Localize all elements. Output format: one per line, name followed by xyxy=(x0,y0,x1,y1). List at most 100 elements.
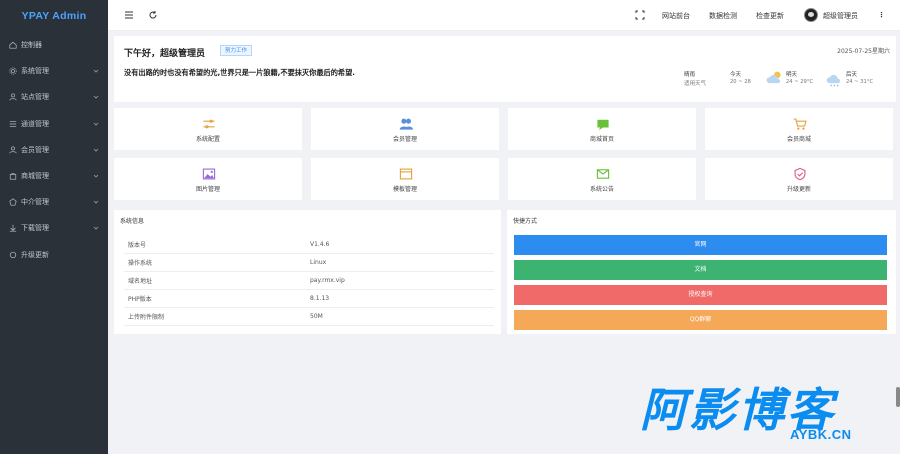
quick-link-button[interactable]: 文档 xyxy=(514,260,887,280)
tile-label: 会员管理 xyxy=(392,136,417,143)
tile-users[interactable]: 会员管理 xyxy=(311,108,499,150)
shield-icon xyxy=(793,166,807,181)
forecast-temp: 20 ~ 28 xyxy=(730,79,751,85)
gear-icon xyxy=(8,67,17,76)
badge-icon xyxy=(8,198,17,207)
forecast-day: 明天 24 ~ 29°C xyxy=(764,66,824,92)
row-key: 上传附件限制 xyxy=(128,314,165,321)
quick-link-button[interactable]: 授权查询 xyxy=(514,285,887,305)
current-date: 2025-07-25星期六 xyxy=(837,48,890,55)
menu-toggle-icon[interactable] xyxy=(124,10,134,20)
forecast-day-label: 明天 xyxy=(786,72,798,78)
brand-logo[interactable]: YPAY Admin xyxy=(0,0,108,32)
image-icon xyxy=(202,166,216,180)
sidebar-item-label: 控制器 xyxy=(21,41,42,50)
sidebar-item-1[interactable]: 系统管理 xyxy=(0,58,108,84)
chevron-down-icon xyxy=(93,200,99,204)
quote-text: 没有出路的时也没有希望的光,世界只是一片狼籍,不要抹灭你最后的希望. xyxy=(124,68,356,77)
weather-sub: 适用天气 xyxy=(684,81,707,87)
forecast-temp: 24 ~ 29°C xyxy=(786,79,814,85)
tile-shield[interactable]: 升级更新 xyxy=(705,158,893,200)
tile-cart[interactable]: 会员商城 xyxy=(705,108,893,150)
weather-cloud-icon xyxy=(826,74,841,87)
sidebar-item-8[interactable]: 升级更新 xyxy=(0,242,108,268)
header-link-site[interactable]: 网站前台 xyxy=(662,11,690,21)
tile-label: 系统配置 xyxy=(195,136,220,143)
table-row: 版本号 V1.4.6 xyxy=(124,236,494,254)
row-key: 版本号 xyxy=(128,242,147,249)
shop-icon xyxy=(8,172,17,181)
sidebar-item-label: 中介管理 xyxy=(21,198,49,207)
system-info-table: 版本号 V1.4.6 操作系统 Linux 域名地址 pay.rmx.vip PHP版本 8.… xyxy=(124,236,494,326)
chevron-down-icon xyxy=(93,69,99,73)
status-badge: 努力工作 xyxy=(220,45,253,56)
cart-icon xyxy=(793,116,807,130)
tile-label: 模板管理 xyxy=(392,186,417,193)
sidebar-item-3[interactable]: 通道管理 xyxy=(0,111,108,137)
refresh-icon xyxy=(8,250,17,259)
row-key: 域名地址 xyxy=(128,278,153,285)
top-header: 网站前台 数据检测 检查更新 超级管理员 ⋮ xyxy=(108,0,900,31)
row-value: 8.1.13 xyxy=(310,295,330,302)
tile-label: 图片管理 xyxy=(195,186,220,193)
table-row: PHP版本 8.1.13 xyxy=(124,290,494,308)
chevron-down-icon xyxy=(93,227,99,230)
system-info-card: 系统信息 版本号 V1.4.6 操作系统 Linux 域名地址 pay.rmx.vip PH… xyxy=(114,210,501,334)
list-icon xyxy=(8,119,17,128)
tile-label: 升级更新 xyxy=(786,186,811,193)
tile-image[interactable]: 图片管理 xyxy=(114,158,302,200)
tile-label: 会员商城 xyxy=(786,136,811,143)
fullscreen-icon[interactable] xyxy=(635,10,645,20)
quick-link-button[interactable]: 官网 xyxy=(514,235,887,255)
download-icon xyxy=(8,224,17,233)
sidebar-item-2[interactable]: 站点管理 xyxy=(0,84,108,110)
sidebar-item-5[interactable]: 商城管理 xyxy=(0,163,108,189)
quick-link-button[interactable]: QQ群聊 xyxy=(514,310,887,330)
avatar[interactable] xyxy=(804,8,818,22)
forecast-day-label: 后天 xyxy=(846,72,858,78)
weather-label: 晴雨 xyxy=(684,72,696,78)
forecast-day: 后天 24 ~ 31°C xyxy=(824,66,884,92)
tile-sliders[interactable]: 系统配置 xyxy=(114,108,302,150)
chevron-down-icon xyxy=(93,96,99,99)
row-key: 操作系统 xyxy=(128,260,153,267)
forecast-day-label: 今天 xyxy=(730,72,742,78)
user-icon xyxy=(8,145,17,154)
sidebar-menu: 控制器系统管理站点管理通道管理会员管理商城管理中介管理下载管理升级更新 xyxy=(0,32,108,268)
row-value: 50M xyxy=(310,313,323,320)
row-value: pay.rmx.vip xyxy=(310,277,345,284)
tile-window[interactable]: 模板管理 xyxy=(311,158,499,200)
tile-message[interactable]: 商城首页 xyxy=(508,108,696,150)
user-icon xyxy=(8,93,17,102)
sidebar-item-label: 升级更新 xyxy=(21,250,49,259)
watermark-logo: 阿影博客 AYBK.CN xyxy=(640,385,890,447)
table-row: 域名地址 pay.rmx.vip xyxy=(124,272,494,290)
scrollbar-thumb[interactable] xyxy=(896,387,900,407)
more-vertical-icon[interactable]: ⋮ xyxy=(878,11,885,19)
system-info-title: 系统信息 xyxy=(120,218,145,225)
tile-label: 系统公告 xyxy=(589,186,614,193)
sidebar-item-label: 通道管理 xyxy=(21,119,49,128)
sidebar-item-7[interactable]: 下载管理 xyxy=(0,215,108,241)
sidebar-item-6[interactable]: 中介管理 xyxy=(0,189,108,215)
window-icon xyxy=(399,166,413,180)
chevron-down-icon xyxy=(93,122,99,126)
mail-icon xyxy=(596,166,610,180)
weather-cloud-icon xyxy=(766,71,781,84)
user-name[interactable]: 超级管理员 xyxy=(823,11,858,21)
users-icon xyxy=(399,116,413,130)
sidebar-item-0[interactable]: 控制器 xyxy=(0,32,108,58)
row-value: V1.4.6 xyxy=(310,241,330,248)
quick-links-card: 快捷方式 官网 文档 授权查询 QQ群聊 xyxy=(507,210,896,334)
watermark-en: AYBK.CN xyxy=(790,427,852,442)
refresh-icon[interactable] xyxy=(148,10,158,20)
table-row: 操作系统 Linux xyxy=(124,254,494,272)
sidebar-item-label: 会员管理 xyxy=(21,145,49,154)
sidebar-item-4[interactable]: 会员管理 xyxy=(0,137,108,163)
tile-label: 商城首页 xyxy=(589,136,614,143)
sidebar-item-label: 站点管理 xyxy=(21,93,49,102)
header-link-update[interactable]: 检查更新 xyxy=(756,11,784,21)
tile-mail[interactable]: 系统公告 xyxy=(508,158,696,200)
greeting: 下午好，超级管理员 xyxy=(124,49,206,59)
header-link-monitor[interactable]: 数据检测 xyxy=(709,11,737,21)
